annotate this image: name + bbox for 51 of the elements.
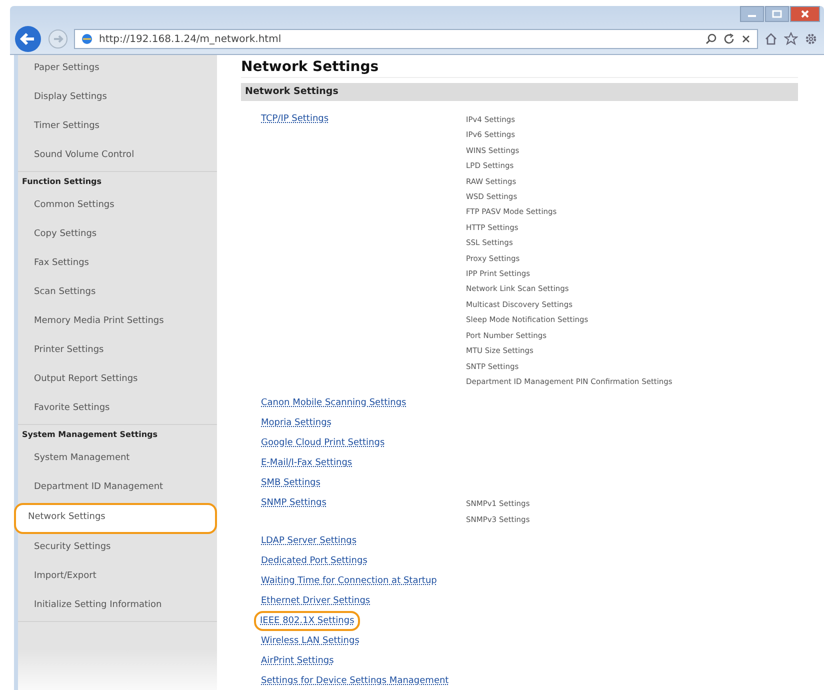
url-text: http://192.168.1.24/m_network.html [99, 34, 282, 44]
sidebar-item[interactable]: Display Settings [20, 84, 215, 113]
close-icon[interactable] [741, 34, 751, 44]
sidebar-header: System Management Settings [18, 424, 217, 445]
home-icon[interactable] [764, 32, 778, 46]
sidebar-item[interactable]: Copy Settings [20, 221, 215, 250]
maximize-button[interactable] [765, 6, 789, 22]
sidebar-item[interactable]: System Management [20, 445, 215, 474]
sidebar-item[interactable]: Favorite Settings [20, 395, 215, 424]
sidebar-item[interactable]: Output Report Settings [20, 366, 215, 395]
sidebar-item[interactable]: Timer Settings [20, 113, 215, 142]
settings-link[interactable]: Wireless LAN Settings [258, 633, 362, 650]
settings-link[interactable]: IEEE 802.1X Settings [254, 611, 360, 632]
back-icon[interactable] [14, 25, 42, 53]
minimize-button[interactable] [740, 6, 764, 22]
page-title: Network Settings [241, 59, 798, 78]
sidebar-item[interactable]: Memory Media Print Settings [20, 308, 215, 337]
sidebar-header: Function Settings [18, 171, 217, 192]
refresh-icon[interactable] [723, 33, 735, 45]
sidebar-item[interactable]: Printer Settings [20, 337, 215, 366]
gear-icon[interactable] [804, 32, 818, 46]
section-header: Network Settings [241, 83, 798, 101]
sidebar-item[interactable]: Fax Settings [20, 250, 215, 279]
settings-link[interactable]: Mopria Settings [258, 415, 334, 432]
sidebar-item[interactable]: Import/Export [20, 563, 215, 592]
settings-link[interactable]: Canon Mobile Scanning Settings [258, 395, 410, 412]
search-icon[interactable] [705, 33, 717, 45]
settings-link[interactable]: Ethernet Driver Settings [258, 593, 374, 610]
settings-link[interactable]: SNMP Settings [258, 495, 330, 512]
close-icon [800, 10, 810, 18]
address-field[interactable]: http://192.168.1.24/m_network.html [74, 29, 758, 49]
maximize-icon [772, 10, 782, 18]
sidebar-item[interactable]: Network Settings [14, 503, 217, 534]
sidebar-item[interactable]: Scan Settings [20, 279, 215, 308]
settings-link[interactable]: Settings for Device Settings Management [258, 673, 452, 690]
close-button[interactable] [790, 6, 820, 22]
settings-link[interactable]: SMB Settings [258, 475, 324, 492]
sidebar-item[interactable]: Common Settings [20, 192, 215, 221]
settings-link[interactable]: Google Cloud Print Settings [258, 435, 388, 452]
sidebar-item[interactable]: Paper Settings [20, 55, 215, 84]
settings-link[interactable]: AirPrint Settings [258, 653, 337, 670]
sidebar-item[interactable]: Department ID Management [20, 474, 215, 503]
star-icon[interactable] [784, 32, 798, 46]
sidebar-item[interactable]: Security Settings [20, 534, 215, 563]
sidebar-item[interactable]: Sound Volume Control [20, 142, 215, 171]
sidebar-item[interactable]: Initialize Setting Information [20, 592, 215, 621]
settings-link[interactable]: TCP/IP Settings [258, 111, 332, 127]
settings-link[interactable]: Dedicated Port Settings [258, 553, 370, 570]
settings-link[interactable]: Waiting Time for Connection at Startup [258, 573, 440, 590]
settings-link[interactable]: E-Mail/I-Fax Settings [258, 455, 356, 472]
settings-link[interactable]: LDAP Server Settings [258, 533, 360, 550]
